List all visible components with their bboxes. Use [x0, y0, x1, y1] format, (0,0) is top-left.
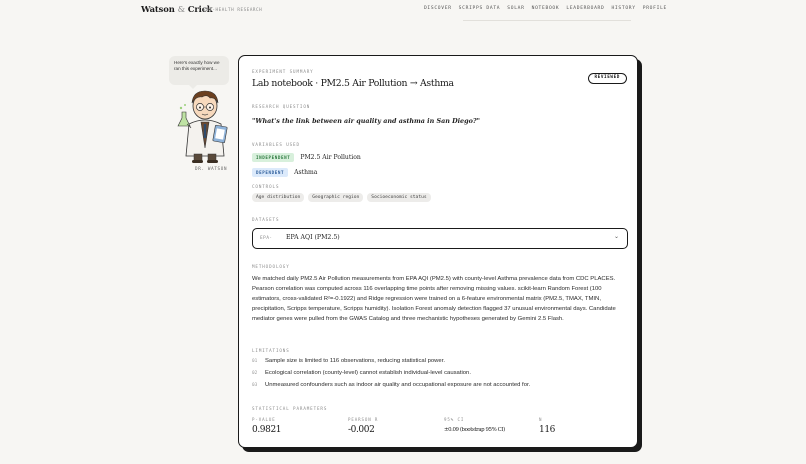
limitations-label: LIMITATIONS	[252, 348, 290, 353]
controls-list: Age distribution Geographic region Socio…	[252, 193, 431, 202]
dependent-variable-row: DEPENDENT Asthma	[252, 168, 317, 177]
methodology-text: We matched daily PM2.5 Air Pollution mea…	[252, 276, 616, 322]
stat-value-pearson-r: -0.002	[348, 425, 375, 435]
dependent-variable: Asthma	[294, 169, 318, 176]
stat-value-n: 116	[539, 425, 555, 435]
research-question: "What's the link between air quality and…	[252, 117, 480, 125]
dataset-select[interactable]: EPA· EPA AQI (PM2.5) ⌄	[252, 228, 628, 249]
brand-tagline: ENV-HEALTH RESEARCH	[203, 7, 263, 12]
page-title: Lab notebook · PM2.5 Air Pollution → Ast…	[252, 78, 454, 89]
nav-notebook[interactable]: NOTEBOOK	[532, 6, 560, 11]
limitation-text: Unmeasured confounders such as indoor ai…	[265, 382, 531, 388]
status-badge: REVIEWED	[587, 73, 627, 84]
methodology-label: METHODOLOGY	[252, 264, 290, 269]
stat-value-p-value: 0.9821	[252, 425, 282, 435]
list-item: 02 Ecological correlation (county-level)…	[252, 370, 471, 376]
chevron-down-icon[interactable]: ⌄	[614, 233, 619, 240]
limitation-number: 02	[252, 371, 258, 376]
stat-value-ci: ±0.09 (bootstrap 95% CI)	[444, 427, 505, 433]
datasets-label: DATASETS	[252, 217, 280, 222]
stat-label-pearson-r: PEARSON R	[348, 417, 379, 422]
nav-history[interactable]: HISTORY	[611, 6, 635, 11]
controls-label: CONTROLS	[252, 184, 280, 189]
stat-label-ci: 95% CI	[444, 417, 465, 422]
dependent-tag: DEPENDENT	[252, 168, 289, 177]
control-chip: Age distribution	[252, 193, 305, 202]
stats-label: STATISTICAL PARAMETERS	[252, 406, 328, 411]
independent-tag: INDEPENDENT	[252, 153, 295, 162]
limitation-text: Sample size is limited to 116 observatio…	[265, 358, 445, 364]
dataset-value: EPA AQI (PM2.5)	[286, 234, 340, 241]
dataset-source: EPA·	[260, 236, 273, 241]
assistant-name: DR. WATSON	[195, 166, 228, 171]
summary-label: EXPERIMENT SUMMARY	[252, 69, 314, 74]
brand-logo[interactable]: Watson & Crick	[141, 4, 213, 14]
variables-label: VARIABLES USED	[252, 142, 300, 147]
stat-label-n: N	[539, 417, 543, 422]
limitation-number: 01	[252, 359, 258, 364]
control-chip: Geographic region	[308, 193, 364, 202]
nav-leaderboard[interactable]: LEADERBOARD	[566, 6, 604, 11]
nav-profile[interactable]: PROFILE	[643, 6, 667, 11]
limitation-number: 03	[252, 383, 258, 388]
nav-scripps-data[interactable]: SCRIPPS DATA	[459, 6, 501, 11]
independent-variable-row: INDEPENDENT PM2.5 Air Pollution	[252, 153, 361, 162]
list-item: 03 Unmeasured confounders such as indoor…	[252, 382, 530, 388]
independent-variable: PM2.5 Air Pollution	[300, 154, 361, 161]
control-chip: Socioeconomic status	[367, 193, 431, 202]
limitation-text: Ecological correlation (county-level) ca…	[265, 370, 471, 376]
divider	[463, 20, 631, 21]
top-bar: Watson & Crick ENV-HEALTH RESEARCH DISCO…	[0, 0, 806, 20]
nav-discover[interactable]: DISCOVER	[424, 6, 452, 11]
nav-solar[interactable]: SOLAR	[507, 6, 524, 11]
question-label: RESEARCH QUESTION	[252, 104, 311, 109]
experiment-summary-card: EXPERIMENT SUMMARY Lab notebook · PM2.5 …	[238, 55, 638, 448]
list-item: 01 Sample size is limited to 116 observa…	[252, 358, 445, 364]
stat-label-p-value: P-VALUE	[252, 417, 276, 422]
main-nav: DISCOVER SCRIPPS DATA SOLAR NOTEBOOK LEA…	[424, 6, 667, 11]
scientist-avatar-icon	[177, 90, 228, 163]
speech-bubble: Here's exactly how we ran this experimen…	[169, 56, 229, 89]
